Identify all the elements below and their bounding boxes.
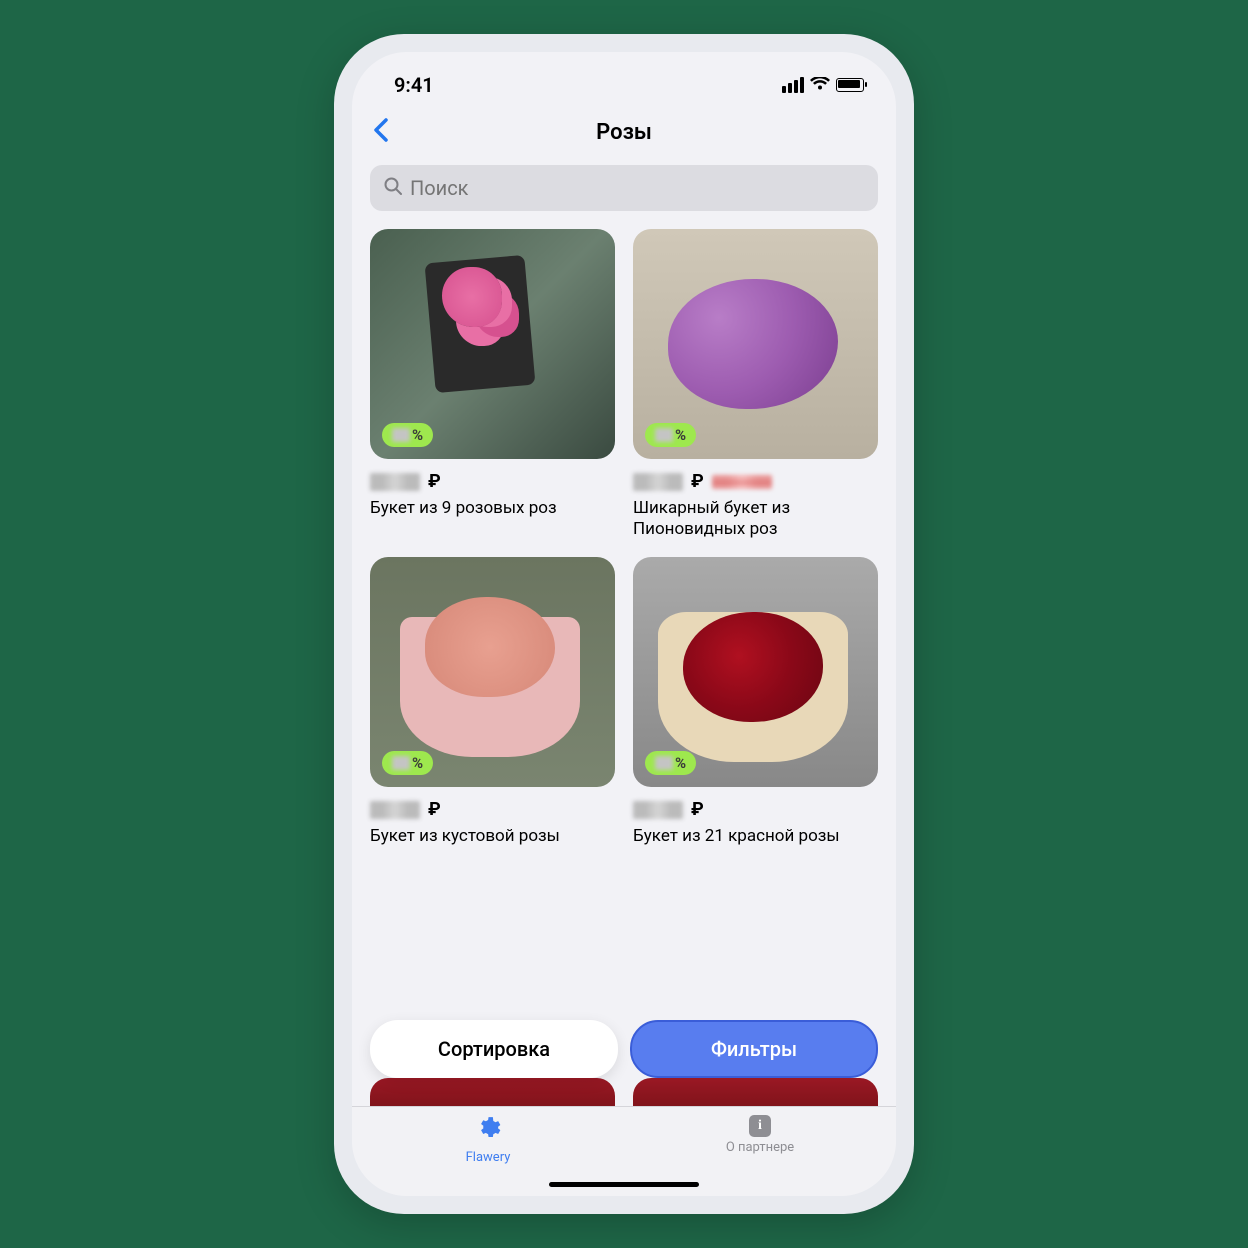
- currency-symbol: ₽: [691, 471, 704, 492]
- product-name: Букет из 21 красной розы: [633, 826, 878, 847]
- wifi-icon: [810, 77, 830, 92]
- discount-badge: %: [645, 751, 696, 775]
- home-indicator[interactable]: [549, 1182, 699, 1187]
- price-row: ₽: [370, 471, 615, 492]
- battery-icon: [836, 78, 864, 92]
- price-value: [370, 801, 420, 819]
- discount-badge: %: [382, 423, 433, 447]
- search-bar[interactable]: [370, 165, 878, 211]
- price-row: ₽: [370, 799, 615, 820]
- phone-screen: 9:41 Розы: [352, 52, 896, 1196]
- tab-label: О партнере: [726, 1140, 794, 1155]
- product-name: Букет из 9 розовых роз: [370, 498, 615, 519]
- filter-button[interactable]: Фильтры: [630, 1020, 878, 1078]
- sort-button[interactable]: Сортировка: [370, 1020, 618, 1078]
- status-time: 9:41: [394, 73, 434, 97]
- price-value: [633, 801, 683, 819]
- price-row: ₽: [633, 471, 878, 492]
- product-image: %: [370, 229, 615, 459]
- currency-symbol: ₽: [691, 799, 704, 820]
- status-bar: 9:41: [352, 52, 896, 107]
- status-icons: [782, 77, 864, 93]
- gear-icon: [475, 1115, 501, 1147]
- product-image: %: [633, 557, 878, 787]
- tab-label: Flawery: [466, 1150, 511, 1165]
- product-image: %: [370, 557, 615, 787]
- product-name: Букет из кустовой розы: [370, 826, 615, 847]
- price-value: [370, 473, 420, 491]
- nav-header: Розы: [352, 107, 896, 157]
- discount-badge: %: [645, 423, 696, 447]
- product-card[interactable]: % ₽ Букет из 21 красной розы: [633, 557, 878, 847]
- search-input[interactable]: [410, 176, 864, 200]
- signal-icon: [782, 77, 804, 93]
- phone-frame: 9:41 Розы: [334, 34, 914, 1214]
- page-title: Розы: [596, 120, 652, 145]
- currency-symbol: ₽: [428, 799, 441, 820]
- info-icon: i: [749, 1115, 771, 1137]
- product-image: %: [633, 229, 878, 459]
- product-card[interactable]: % ₽ Букет из 9 розовых роз: [370, 229, 615, 539]
- old-price-value: [712, 475, 772, 489]
- action-bar: Сортировка Фильтры: [370, 1020, 878, 1078]
- back-button[interactable]: [372, 115, 388, 150]
- search-icon: [384, 176, 402, 200]
- product-card[interactable]: % ₽ Шикарный букет из Пионовидных роз: [633, 229, 878, 539]
- discount-badge: %: [382, 751, 433, 775]
- price-value: [633, 473, 683, 491]
- currency-symbol: ₽: [428, 471, 441, 492]
- product-card[interactable]: % ₽ Букет из кустовой розы: [370, 557, 615, 847]
- product-name: Шикарный букет из Пионовидных роз: [633, 498, 878, 539]
- price-row: ₽: [633, 799, 878, 820]
